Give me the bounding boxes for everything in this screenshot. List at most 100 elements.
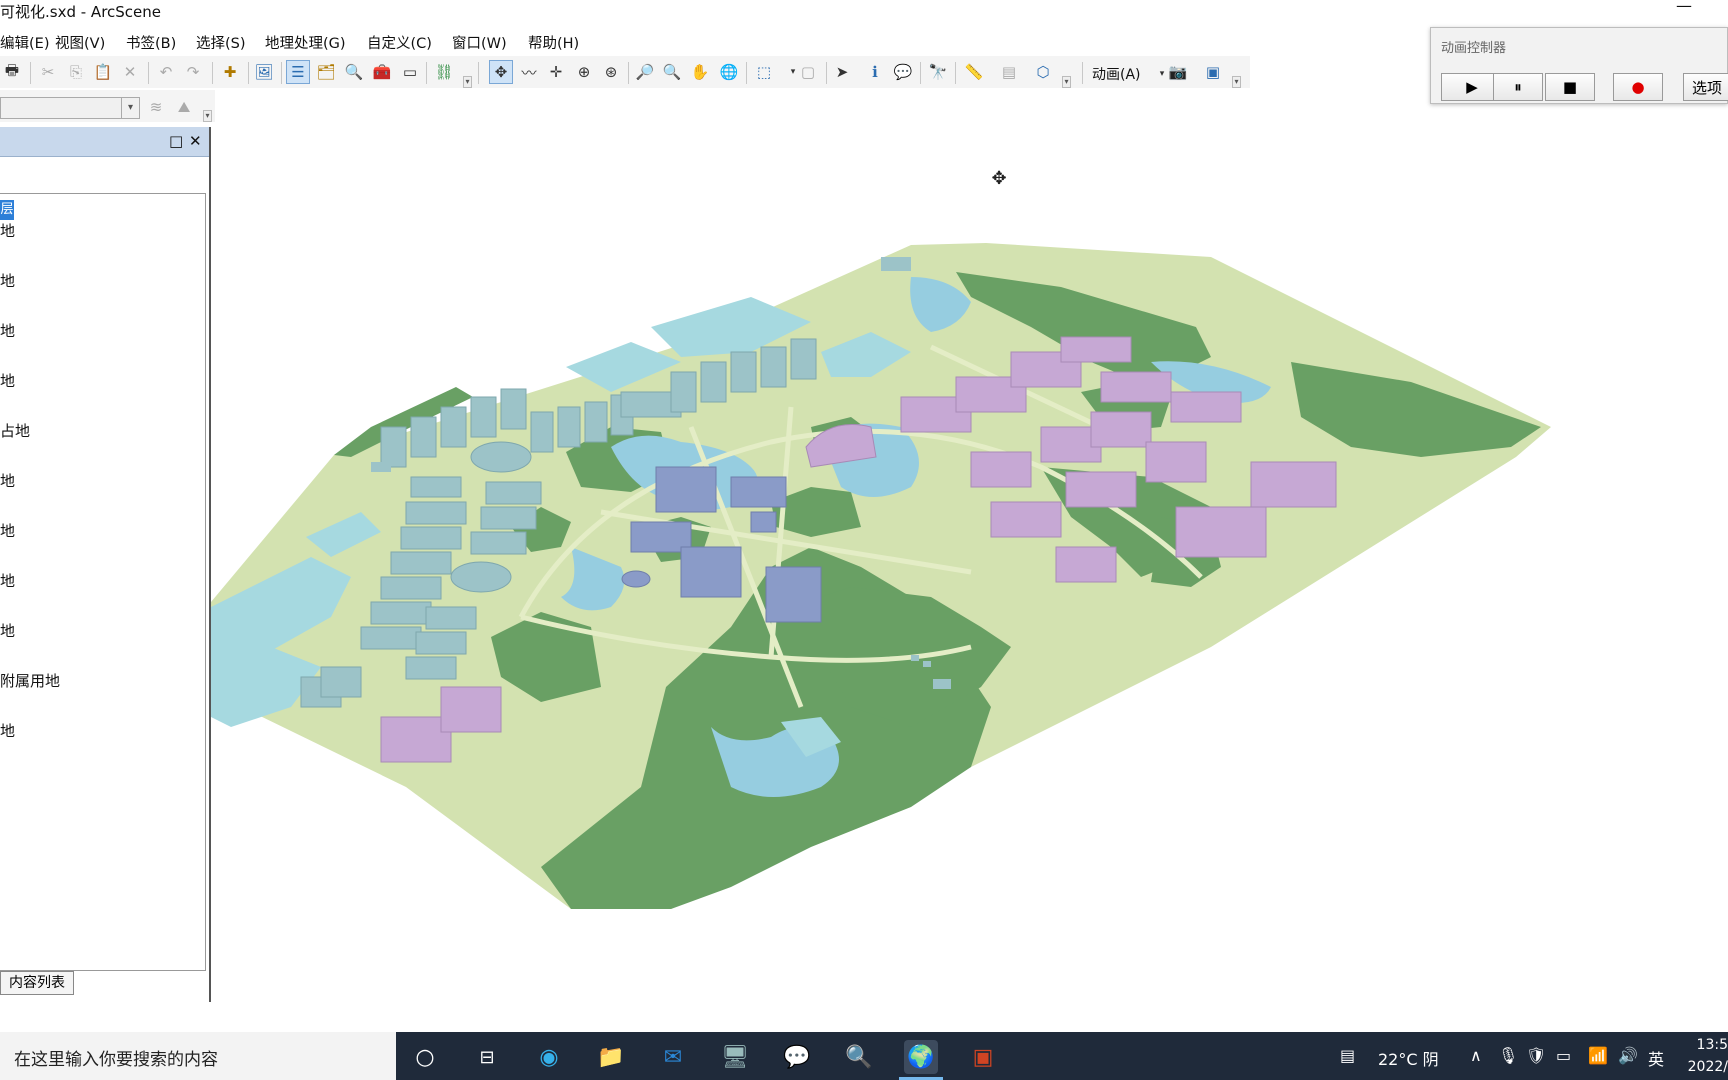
full-extent-icon[interactable]: 🌐 [717, 60, 741, 84]
layer-properties-icon[interactable]: ▤ [997, 60, 1021, 84]
arctoolbox-icon[interactable]: 🧰 [370, 60, 394, 84]
toc-layer-item[interactable]: 地 [0, 470, 15, 491]
menu-help[interactable]: 帮助(H) [528, 32, 579, 53]
menu-view[interactable]: 视图(V) [55, 32, 105, 53]
html-popup-icon[interactable]: 💬 [891, 60, 915, 84]
security-icon[interactable]: 🛡 [1526, 1046, 1546, 1065]
news-widget-icon[interactable]: ▤ [1340, 1046, 1355, 1065]
set-observer-icon[interactable]: ⊛ [599, 60, 623, 84]
capture-icon[interactable]: 📷 [1166, 60, 1190, 84]
toolbar-overflow-icon[interactable]: ▾ [203, 110, 212, 122]
navigate-icon[interactable]: ✥ [489, 60, 513, 84]
scene-view[interactable]: ✥ [211, 127, 1728, 1002]
minimize-button[interactable]: — [1676, 0, 1692, 15]
restore-icon[interactable]: □ [169, 132, 183, 150]
toc-layer-item[interactable]: 附属用地 [0, 670, 60, 691]
outlook-icon[interactable]: ✉ [656, 1040, 690, 1074]
toc-layer-item[interactable]: 地 [0, 720, 15, 741]
redo-icon[interactable]: ↷ [181, 60, 205, 84]
delete-icon[interactable]: ✕ [118, 60, 142, 84]
animation-manager-icon[interactable]: ▣ [1201, 60, 1225, 84]
toc-layer-item[interactable]: 地 [0, 270, 15, 291]
task-view-icon[interactable]: ⊟ [470, 1040, 504, 1074]
options-button[interactable]: 选项 [1683, 73, 1728, 101]
toolbar-overflow-icon[interactable]: ▾ [463, 76, 472, 88]
menu-geoprocessing[interactable]: 地理处理(G) [265, 32, 346, 53]
toolbar-divider [826, 62, 827, 84]
powerpoint-icon[interactable]: ▣ [966, 1040, 1000, 1074]
measure-icon[interactable]: 📏 [962, 60, 986, 84]
toolbar-overflow-icon[interactable]: ▾ [1062, 76, 1071, 88]
catalog-icon[interactable]: 🗂 [314, 60, 338, 84]
taskbar-search-placeholder: 在这里输入你要搜索的内容 [14, 1050, 218, 1070]
toc-layer-item[interactable]: 地 [0, 620, 15, 641]
scene-icon[interactable]: 🖼 [252, 60, 276, 84]
menu-selection[interactable]: 选择(S) [196, 32, 246, 53]
toc-root-layer[interactable]: 层 [0, 200, 14, 220]
3d-effects-icon[interactable]: ⬡ [1031, 60, 1055, 84]
layer-dropdown[interactable]: ▾ [0, 97, 140, 119]
arcgis-catalog-icon[interactable]: 🔍 [842, 1040, 876, 1074]
toc-layer-item[interactable]: 占地 [0, 420, 30, 441]
menu-bookmarks[interactable]: 书签(B) [126, 32, 176, 53]
toc-layer-item[interactable]: 地 [0, 220, 15, 241]
stop-button[interactable]: ■ [1545, 73, 1595, 101]
volume-icon[interactable]: 🔊 [1618, 1046, 1638, 1065]
toolbar-divider [746, 62, 747, 84]
cortana-icon[interactable]: ○ [408, 1040, 442, 1074]
zoom-out-icon[interactable]: 🔍 [660, 60, 684, 84]
wechat-icon[interactable]: 💬 [780, 1040, 814, 1074]
contour-icon[interactable]: ≋ [144, 95, 168, 119]
ime-indicator[interactable]: 英 [1648, 1046, 1664, 1070]
toc-layer-item[interactable]: 地 [0, 370, 15, 391]
edge-icon[interactable]: ◉ [532, 1040, 566, 1074]
model-builder-icon[interactable]: ⛓ [432, 60, 456, 84]
select-features-icon[interactable]: ⬚ [752, 60, 776, 84]
paste-icon[interactable]: 📋 [91, 60, 115, 84]
print-icon[interactable]: 🖶 [0, 60, 24, 84]
undo-icon[interactable]: ↶ [154, 60, 178, 84]
zoom-target-icon[interactable]: ⊕ [572, 60, 596, 84]
battery-icon[interactable]: ▭ [1556, 1046, 1571, 1065]
wifi-icon[interactable]: 📶 [1588, 1046, 1608, 1065]
animation-menu[interactable]: 动画(A) [1092, 64, 1141, 84]
steepest-path-icon[interactable]: ⛰ [172, 95, 196, 119]
menu-edit[interactable]: 编辑(E) [0, 32, 49, 53]
python-icon[interactable]: ▭ [398, 60, 422, 84]
clear-selection-icon[interactable]: ▢ [796, 60, 820, 84]
add-data-icon[interactable]: ✚ [218, 60, 242, 84]
copy-icon[interactable]: ⎘ [64, 60, 88, 84]
remote-desktop-icon[interactable]: 🖥 [718, 1040, 752, 1074]
menu-windows[interactable]: 窗口(W) [452, 32, 507, 53]
menu-customize[interactable]: 自定义(C) [367, 32, 432, 53]
microphone-icon[interactable]: 🎙 [1498, 1046, 1518, 1065]
file-explorer-icon[interactable]: 📁 [594, 1040, 628, 1074]
record-button[interactable]: ● [1613, 73, 1663, 101]
weather-status[interactable]: 22°C 阴 [1378, 1046, 1439, 1070]
standard-toolbar: 🖶 ✂ ⎘ 📋 ✕ ↶ ↷ ✚ 🖼 ☰ 🗂 🔍 🧰 ▭ ⛓ ▾ ✥ 〰 ✛ ⊕ … [0, 56, 1250, 88]
center-target-icon[interactable]: ✛ [544, 60, 568, 84]
toc-tab[interactable]: 内容列表 [0, 971, 74, 995]
find-icon[interactable]: 🔭 [926, 60, 950, 84]
toc-layer-item[interactable]: 地 [0, 570, 15, 591]
zoom-in-icon[interactable]: 🔎 [633, 60, 657, 84]
toolbar-overflow-icon[interactable]: ▾ [1232, 76, 1241, 88]
arcscene-icon[interactable]: 🌍 [904, 1040, 938, 1074]
toc-layer-item[interactable]: 地 [0, 520, 15, 541]
toc-window-icon[interactable]: ☰ [286, 60, 310, 84]
identify-icon[interactable]: ℹ [863, 60, 887, 84]
system-clock[interactable]: 13:5 2022/ [1678, 1034, 1728, 1078]
close-icon[interactable]: ✕ [189, 132, 202, 150]
fly-icon[interactable]: 〰 [517, 60, 541, 84]
select-elements-icon[interactable]: ➤ [830, 60, 854, 84]
toc-layer-item[interactable]: 地 [0, 320, 15, 341]
animation-controller: 动画控制器 ▶ ⏸ ■ ● 选项 [1430, 27, 1728, 104]
cut-icon[interactable]: ✂ [36, 60, 60, 84]
taskbar-search[interactable]: 在这里输入你要搜索的内容 [0, 1032, 396, 1080]
pause-button[interactable]: ⏸ [1493, 73, 1543, 101]
search-icon[interactable]: 🔍 [342, 60, 366, 84]
tray-overflow-icon[interactable]: ∧ [1470, 1046, 1482, 1065]
campus-3d-scene[interactable]: ✥ [211, 127, 1728, 1002]
pan-icon[interactable]: ✋ [688, 60, 712, 84]
chevron-down-icon[interactable]: ▾ [121, 98, 139, 118]
